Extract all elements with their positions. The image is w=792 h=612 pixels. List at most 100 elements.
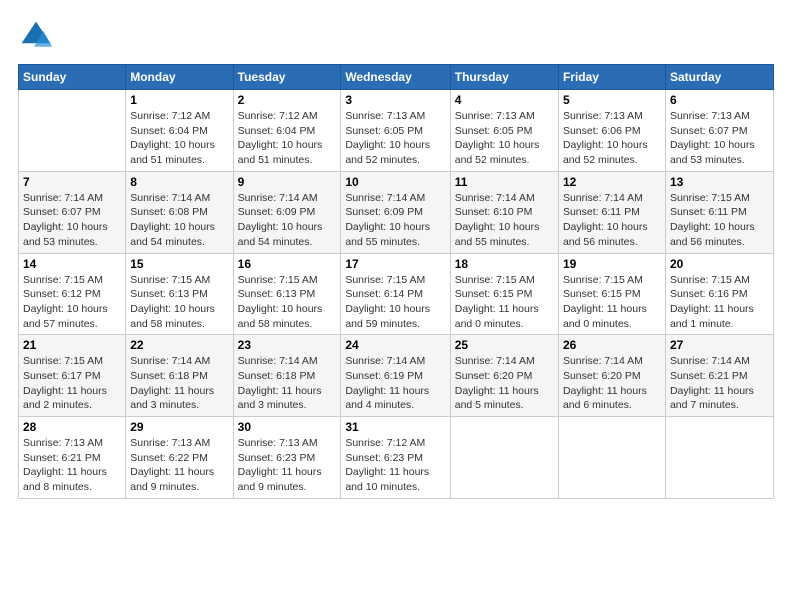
- day-info: Sunrise: 7:12 AM Sunset: 6:04 PM Dayligh…: [130, 109, 228, 168]
- calendar-cell: 25 Sunrise: 7:14 AM Sunset: 6:20 PM Dayli…: [450, 335, 558, 417]
- calendar-cell: 8Sunrise: 7:14 AM Sunset: 6:08 PM Daylig…: [126, 171, 233, 253]
- calendar-cell: 3 Sunrise: 7:13 AM Sunset: 6:05 PM Daylig…: [341, 90, 450, 172]
- calendar-cell: 9 Sunrise: 7:14 AM Sunset: 6:09 PM Daylig…: [233, 171, 341, 253]
- header-cell-monday: Monday: [126, 65, 233, 90]
- day-info: Sunrise: 7:15 AM Sunset: 6:15 PM Dayligh…: [563, 273, 661, 332]
- calendar-cell: 5 Sunrise: 7:13 AM Sunset: 6:06 PM Daylig…: [558, 90, 665, 172]
- day-info: Sunrise: 7:14 AM Sunset: 6:19 PM Dayligh…: [345, 354, 445, 413]
- day-number: 9: [238, 175, 337, 189]
- day-number: 29: [130, 420, 228, 434]
- calendar-cell: 13 Sunrise: 7:15 AM Sunset: 6:11 PM Dayli…: [665, 171, 773, 253]
- day-info: Sunrise: 7:13 AM Sunset: 6:07 PM Dayligh…: [670, 109, 769, 168]
- header-cell-saturday: Saturday: [665, 65, 773, 90]
- calendar-cell: 10 Sunrise: 7:14 AM Sunset: 6:09 PM Dayli…: [341, 171, 450, 253]
- day-number: 6: [670, 93, 769, 107]
- day-number: 17: [345, 257, 445, 271]
- day-number: 13: [670, 175, 769, 189]
- calendar-cell: 21Sunrise: 7:15 AM Sunset: 6:17 PM Dayli…: [19, 335, 126, 417]
- day-number: 3: [345, 93, 445, 107]
- day-info: Sunrise: 7:14 AM Sunset: 6:10 PM Dayligh…: [455, 191, 554, 250]
- day-number: 5: [563, 93, 661, 107]
- day-number: 1: [130, 93, 228, 107]
- calendar-cell: 27 Sunrise: 7:14 AM Sunset: 6:21 PM Dayli…: [665, 335, 773, 417]
- day-info: Sunrise: 7:15 AM Sunset: 6:14 PM Dayligh…: [345, 273, 445, 332]
- day-info: Sunrise: 7:14 AM Sunset: 6:20 PM Dayligh…: [563, 354, 661, 413]
- calendar-cell: 17 Sunrise: 7:15 AM Sunset: 6:14 PM Dayli…: [341, 253, 450, 335]
- header-cell-thursday: Thursday: [450, 65, 558, 90]
- day-number: 20: [670, 257, 769, 271]
- day-info: Sunrise: 7:13 AM Sunset: 6:05 PM Dayligh…: [345, 109, 445, 168]
- calendar-header: SundayMondayTuesdayWednesdayThursdayFrid…: [19, 65, 774, 90]
- day-number: 31: [345, 420, 445, 434]
- day-number: 11: [455, 175, 554, 189]
- calendar-cell: 20Sunrise: 7:15 AM Sunset: 6:16 PM Dayli…: [665, 253, 773, 335]
- day-number: 15: [130, 257, 228, 271]
- calendar-cell: 19 Sunrise: 7:15 AM Sunset: 6:15 PM Dayli…: [558, 253, 665, 335]
- calendar-cell: 14Sunrise: 7:15 AM Sunset: 6:12 PM Dayli…: [19, 253, 126, 335]
- day-number: 4: [455, 93, 554, 107]
- calendar-body: 1 Sunrise: 7:12 AM Sunset: 6:04 PM Daylig…: [19, 90, 774, 499]
- day-info: Sunrise: 7:14 AM Sunset: 6:09 PM Dayligh…: [345, 191, 445, 250]
- calendar-cell: 15 Sunrise: 7:15 AM Sunset: 6:13 PM Dayli…: [126, 253, 233, 335]
- day-info: Sunrise: 7:13 AM Sunset: 6:06 PM Dayligh…: [563, 109, 661, 168]
- calendar-cell: 1 Sunrise: 7:12 AM Sunset: 6:04 PM Daylig…: [126, 90, 233, 172]
- day-info: Sunrise: 7:15 AM Sunset: 6:11 PM Dayligh…: [670, 191, 769, 250]
- day-info: Sunrise: 7:12 AM Sunset: 6:04 PM Dayligh…: [238, 109, 337, 168]
- day-number: 8: [130, 175, 228, 189]
- calendar-cell: 18 Sunrise: 7:15 AM Sunset: 6:15 PM Dayli…: [450, 253, 558, 335]
- day-info: Sunrise: 7:14 AM Sunset: 6:07 PM Dayligh…: [23, 191, 121, 250]
- day-number: 24: [345, 338, 445, 352]
- calendar-cell: [665, 417, 773, 499]
- logo-icon: [18, 18, 54, 54]
- calendar-cell: 28 Sunrise: 7:13 AM Sunset: 6:21 PM Dayli…: [19, 417, 126, 499]
- calendar-cell: [450, 417, 558, 499]
- header-cell-wednesday: Wednesday: [341, 65, 450, 90]
- calendar-cell: 6 Sunrise: 7:13 AM Sunset: 6:07 PM Daylig…: [665, 90, 773, 172]
- day-number: 16: [238, 257, 337, 271]
- day-info: Sunrise: 7:15 AM Sunset: 6:15 PM Dayligh…: [455, 273, 554, 332]
- day-number: 2: [238, 93, 337, 107]
- calendar-cell: 7 Sunrise: 7:14 AM Sunset: 6:07 PM Daylig…: [19, 171, 126, 253]
- calendar-cell: 30Sunrise: 7:13 AM Sunset: 6:23 PM Dayli…: [233, 417, 341, 499]
- week-row-1: 1 Sunrise: 7:12 AM Sunset: 6:04 PM Daylig…: [19, 90, 774, 172]
- week-row-5: 28 Sunrise: 7:13 AM Sunset: 6:21 PM Dayli…: [19, 417, 774, 499]
- calendar-cell: 12Sunrise: 7:14 AM Sunset: 6:11 PM Dayli…: [558, 171, 665, 253]
- calendar-cell: 29Sunrise: 7:13 AM Sunset: 6:22 PM Dayli…: [126, 417, 233, 499]
- day-info: Sunrise: 7:15 AM Sunset: 6:13 PM Dayligh…: [238, 273, 337, 332]
- day-info: Sunrise: 7:14 AM Sunset: 6:21 PM Dayligh…: [670, 354, 769, 413]
- day-info: Sunrise: 7:15 AM Sunset: 6:13 PM Dayligh…: [130, 273, 228, 332]
- day-number: 7: [23, 175, 121, 189]
- day-number: 19: [563, 257, 661, 271]
- calendar-cell: 23Sunrise: 7:14 AM Sunset: 6:18 PM Dayli…: [233, 335, 341, 417]
- day-info: Sunrise: 7:15 AM Sunset: 6:17 PM Dayligh…: [23, 354, 121, 413]
- day-number: 26: [563, 338, 661, 352]
- day-info: Sunrise: 7:14 AM Sunset: 6:20 PM Dayligh…: [455, 354, 554, 413]
- page: SundayMondayTuesdayWednesdayThursdayFrid…: [0, 0, 792, 509]
- day-info: Sunrise: 7:12 AM Sunset: 6:23 PM Dayligh…: [345, 436, 445, 495]
- day-number: 22: [130, 338, 228, 352]
- day-info: Sunrise: 7:14 AM Sunset: 6:09 PM Dayligh…: [238, 191, 337, 250]
- day-info: Sunrise: 7:13 AM Sunset: 6:21 PM Dayligh…: [23, 436, 121, 495]
- calendar-cell: 4 Sunrise: 7:13 AM Sunset: 6:05 PM Daylig…: [450, 90, 558, 172]
- day-info: Sunrise: 7:13 AM Sunset: 6:23 PM Dayligh…: [238, 436, 337, 495]
- day-number: 18: [455, 257, 554, 271]
- calendar-cell: 16 Sunrise: 7:15 AM Sunset: 6:13 PM Dayli…: [233, 253, 341, 335]
- day-number: 25: [455, 338, 554, 352]
- day-number: 27: [670, 338, 769, 352]
- week-row-4: 21Sunrise: 7:15 AM Sunset: 6:17 PM Dayli…: [19, 335, 774, 417]
- calendar-cell: 22 Sunrise: 7:14 AM Sunset: 6:18 PM Dayli…: [126, 335, 233, 417]
- header-cell-sunday: Sunday: [19, 65, 126, 90]
- day-info: Sunrise: 7:14 AM Sunset: 6:18 PM Dayligh…: [130, 354, 228, 413]
- day-info: Sunrise: 7:13 AM Sunset: 6:05 PM Dayligh…: [455, 109, 554, 168]
- calendar-cell: 2 Sunrise: 7:12 AM Sunset: 6:04 PM Daylig…: [233, 90, 341, 172]
- calendar-cell: 26 Sunrise: 7:14 AM Sunset: 6:20 PM Dayli…: [558, 335, 665, 417]
- day-info: Sunrise: 7:14 AM Sunset: 6:18 PM Dayligh…: [238, 354, 337, 413]
- calendar-table: SundayMondayTuesdayWednesdayThursdayFrid…: [18, 64, 774, 499]
- day-number: 12: [563, 175, 661, 189]
- calendar-cell: 31 Sunrise: 7:12 AM Sunset: 6:23 PM Dayli…: [341, 417, 450, 499]
- header-row: SundayMondayTuesdayWednesdayThursdayFrid…: [19, 65, 774, 90]
- calendar-cell: [558, 417, 665, 499]
- calendar-cell: 24 Sunrise: 7:14 AM Sunset: 6:19 PM Dayli…: [341, 335, 450, 417]
- day-number: 10: [345, 175, 445, 189]
- day-number: 28: [23, 420, 121, 434]
